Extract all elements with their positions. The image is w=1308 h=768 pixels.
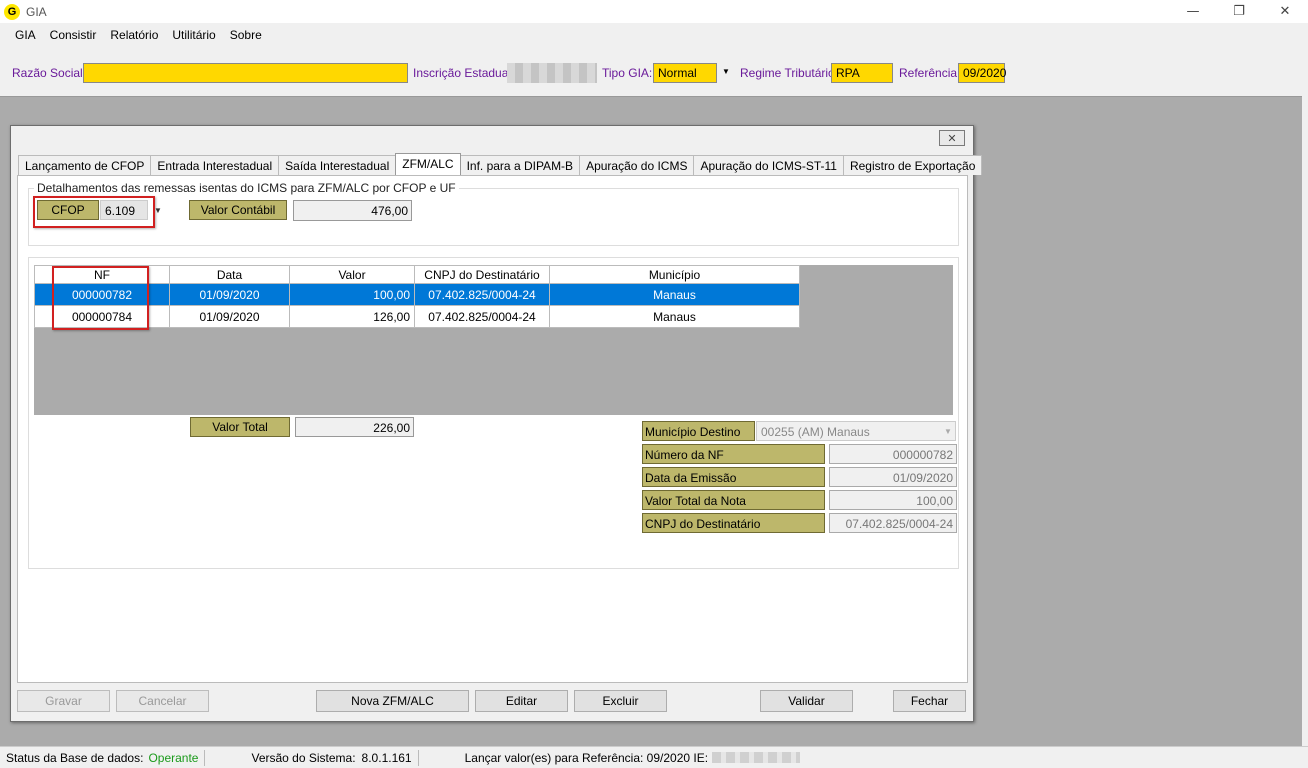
tab-apuracao-icms-st[interactable]: Apuração do ICMS-ST-11 [693,155,844,175]
cfop-dropdown-icon[interactable]: ▼ [154,206,162,215]
table-row[interactable]: 000000782 01/09/2020 100,00 07.402.825/0… [34,283,800,306]
editar-button[interactable]: Editar [475,690,568,712]
inscricao-estadual-label: Inscrição Estadual: [413,66,515,80]
col-cnpj[interactable]: CNPJ do Destinatário [414,265,550,284]
cnpj-destinatario-label: CNPJ do Destinatário [642,513,825,533]
menu-relatorio[interactable]: Relatório [103,28,165,42]
status-lancar-label: Lançar valor(es) para Referência: 09/202… [464,750,709,765]
tab-registro-exportacao[interactable]: Registro de Exportação [842,155,983,175]
validar-button[interactable]: Validar [760,690,853,712]
highlight-box-cfop [33,196,155,228]
cell-municipio: Manaus [549,283,800,306]
status-versao-label: Versão do Sistema: [251,750,356,765]
inscricao-estadual-field-redacted [507,63,597,83]
valor-contabil-value: 476,00 [293,200,412,221]
valor-total-value: 226,00 [295,417,414,437]
gravar-button[interactable]: Gravar [17,690,110,712]
regime-tributario-label: Regime Tributário: [740,66,839,80]
cfop-groupbox: Detalhamentos das remessas isentas do IC… [28,181,959,246]
numero-nf-value: 000000782 [829,444,957,464]
cell-cnpj: 07.402.825/0004-24 [414,305,550,328]
close-icon[interactable]: ✕ [1262,0,1308,23]
cell-cnpj: 07.402.825/0004-24 [414,283,550,306]
tab-entrada-interestadual[interactable]: Entrada Interestadual [150,155,280,175]
tipo-gia-label: Tipo GIA: [602,66,653,80]
municipio-destino-label: Município Destino [642,421,755,441]
status-bar: Status da Base de dados: Operante Versão… [0,746,1308,768]
status-lancar: Lançar valor(es) para Referência: 09/202… [459,750,806,766]
valor-nota-value: 100,00 [829,490,957,510]
tab-lancamento-cfop[interactable]: Lançamento de CFOP [18,155,152,175]
dialog-titlebar: ✕ [11,126,973,152]
menu-utilitario[interactable]: Utilitário [165,28,222,42]
table-row[interactable]: 000000784 01/09/2020 126,00 07.402.825/0… [34,305,800,328]
col-data[interactable]: Data [169,265,290,284]
regime-tributario-field[interactable]: RPA [831,63,893,83]
col-municipio[interactable]: Município [549,265,800,284]
status-versao: Versão do Sistema: 8.0.1.161 [245,749,419,766]
tab-saida-interestadual[interactable]: Saída Interestadual [278,155,397,175]
referencia-field[interactable]: 09/2020 [958,63,1006,83]
nf-grid: NF Data Valor CNPJ do Destinatário Munic… [34,265,953,415]
group-legend: Detalhamentos das remessas isentas do IC… [34,181,459,195]
cancelar-button[interactable]: Cancelar [116,690,209,712]
nf-grid-box: NF Data Valor CNPJ do Destinatário Munic… [28,257,959,569]
status-base-label: Status da Base de dados: [6,750,144,765]
zfm-alc-panel: Detalhamentos das remessas isentas do IC… [17,175,968,683]
col-valor[interactable]: Valor [289,265,415,284]
highlight-box-nf [52,266,149,330]
menu-bar: GIA Consistir Relatório Utilitário Sobre [0,23,1308,47]
restore-icon[interactable]: ❐ [1216,0,1262,23]
header-panel: Razão Social: Inscrição Estadual: Tipo G… [0,47,1308,97]
tipo-gia-select[interactable]: Normal [653,63,717,83]
tab-dipam-b[interactable]: Inf. para a DIPAM-B [459,155,581,175]
dialog-close-icon[interactable]: ✕ [939,130,965,146]
right-border [1302,47,1308,746]
menu-sobre[interactable]: Sobre [223,28,269,42]
app-logo-icon: G [4,3,20,20]
status-base: Status da Base de dados: Operante [0,749,206,766]
tab-strip: Lançamento de CFOP Entrada Interestadual… [18,153,983,175]
cell-data: 01/09/2020 [169,283,290,306]
cell-municipio: Manaus [549,305,800,328]
status-ie-redacted [712,752,801,763]
data-emissao-value: 01/09/2020 [829,467,957,487]
excluir-button[interactable]: Excluir [574,690,667,712]
tab-zfm-alc[interactable]: ZFM/ALC [395,153,461,175]
nova-zfm-alc-button[interactable]: Nova ZFM/ALC [316,690,469,712]
referencia-label: Referência: [899,66,961,80]
cell-data: 01/09/2020 [169,305,290,328]
municipio-dropdown-icon[interactable]: ▼ [944,427,952,436]
cell-valor: 126,00 [289,305,415,328]
cell-valor: 100,00 [289,283,415,306]
valor-contabil-label: Valor Contábil [189,200,287,220]
razao-social-label: Razão Social: [12,66,87,80]
menu-gia[interactable]: GIA [8,28,43,42]
numero-nf-label: Número da NF [642,444,825,464]
minimize-icon[interactable]: — [1170,0,1216,23]
municipio-destino-select[interactable]: 00255 (AM) Manaus [756,421,956,441]
razao-social-field[interactable] [83,63,408,83]
data-emissao-label: Data da Emissão [642,467,825,487]
cnpj-destinatario-value: 07.402.825/0004-24 [829,513,957,533]
tipo-gia-dropdown-icon[interactable]: ▼ [722,67,730,76]
menu-consistir[interactable]: Consistir [43,28,104,42]
fechar-button[interactable]: Fechar [893,690,966,712]
title-bar: G GIA — ❐ ✕ [0,0,1308,23]
status-versao-value: 8.0.1.161 [361,750,412,765]
zfm-alc-dialog: ✕ Lançamento de CFOP Entrada Interestadu… [10,125,983,722]
status-base-value: Operante [148,750,199,765]
window-title: GIA [26,4,47,19]
tab-apuracao-icms[interactable]: Apuração do ICMS [579,155,695,175]
valor-nota-label: Valor Total da Nota [642,490,825,510]
valor-total-label: Valor Total [190,417,290,437]
